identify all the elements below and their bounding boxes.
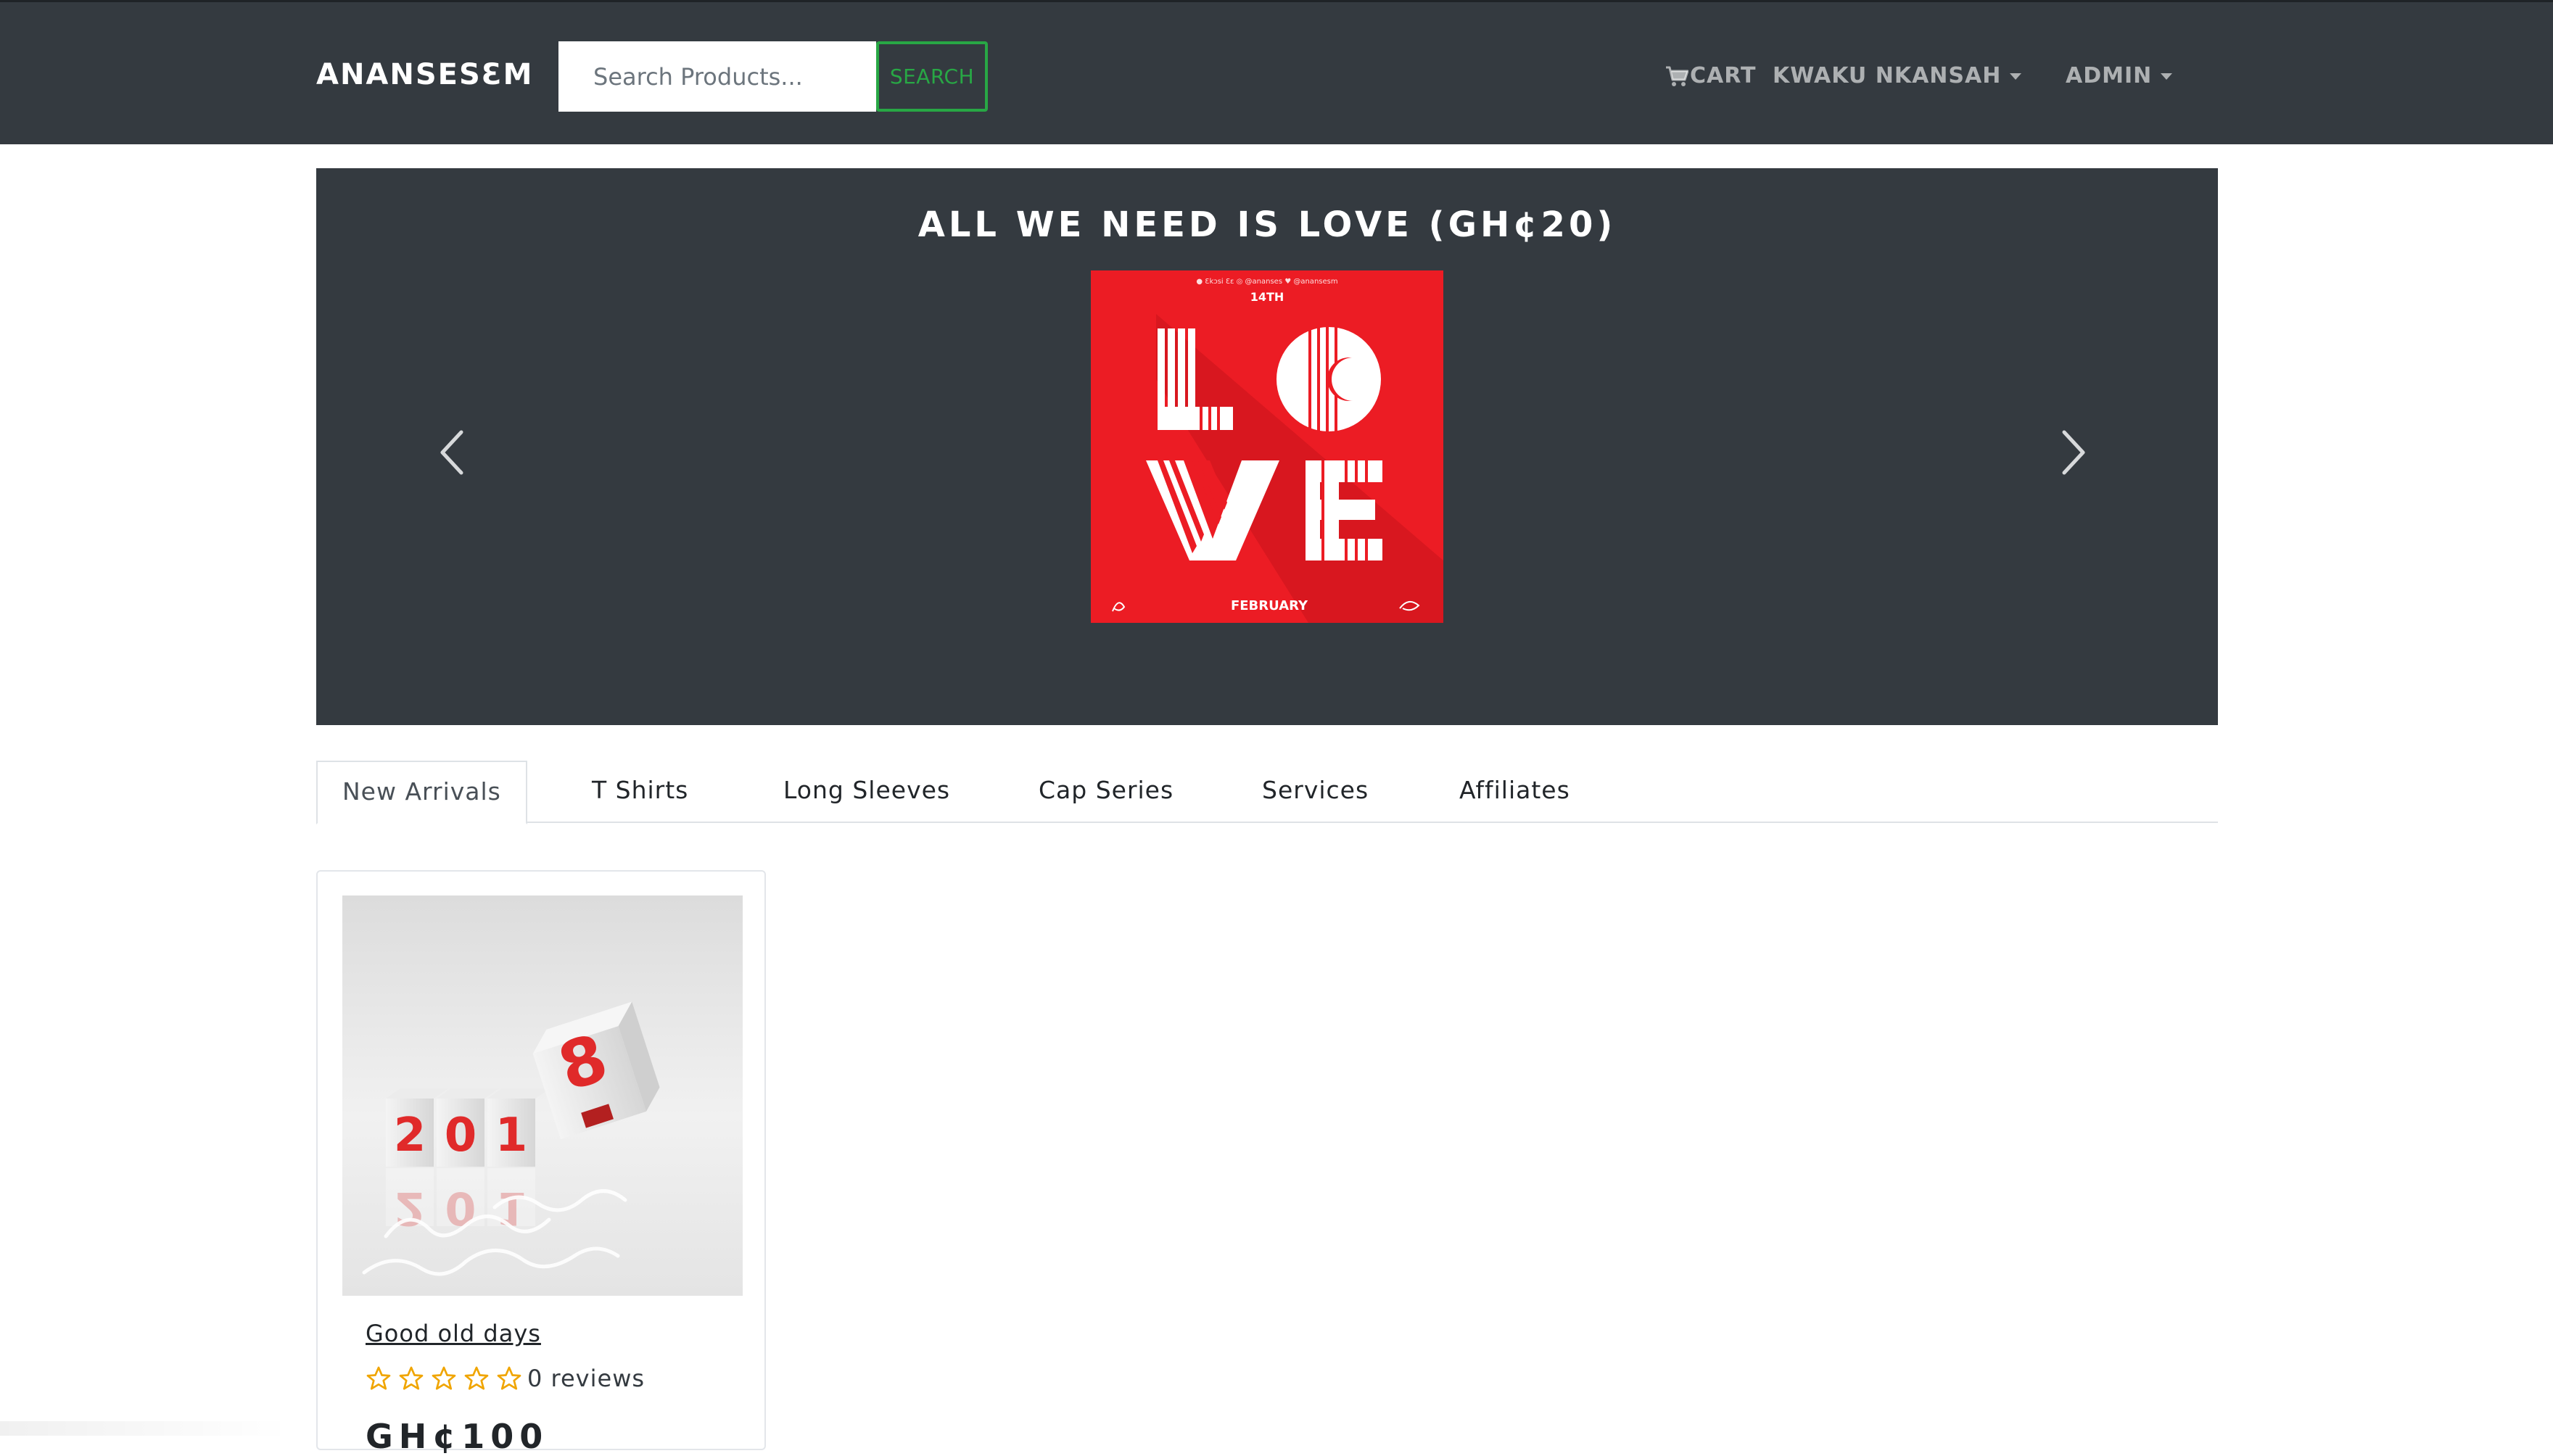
navbar: ANANSESƐM SEARCH CART KWAKU NKANSAH ADMI…	[0, 0, 2553, 144]
star-outline-icon	[464, 1366, 489, 1390]
tab-long-sleeves[interactable]: Long Sleeves	[783, 761, 950, 823]
svg-text:● Ɛkɔsi Ɛɛ ◎ @ananses ♥ @a: ● Ɛkɔsi Ɛɛ ◎ @ananses ♥ @anansesm	[1196, 278, 1337, 286]
svg-text:1: 1	[495, 1109, 528, 1162]
caret-down-icon	[2161, 73, 2173, 80]
cart-link[interactable]: CART	[1665, 60, 1756, 92]
product-title-link[interactable]: Good old days	[366, 1320, 541, 1347]
tab-services[interactable]: Services	[1262, 761, 1369, 823]
tab-new-arrivals[interactable]: New Arrivals	[316, 761, 527, 824]
poster-date-text: 14TH	[1250, 290, 1284, 304]
star-outline-icon	[399, 1366, 424, 1390]
tab-affiliates[interactable]: Affiliates	[1459, 761, 1570, 823]
chevron-right-icon[interactable]	[2050, 423, 2093, 481]
featured-carousel: ALL WE NEED IS LOVE (GH¢20) ● Ɛkɔsi Ɛɛ ◎…	[316, 168, 2218, 725]
search-button[interactable]: SEARCH	[876, 41, 988, 112]
product-price: GH¢100	[366, 1417, 549, 1456]
admin-label: ADMIN	[2066, 63, 2153, 88]
category-tabs: New Arrivals T Shirts Long Sleeves Cap S…	[316, 761, 2218, 824]
svg-text:2: 2	[394, 1182, 425, 1235]
poster-month-text: FEBRUARY	[1231, 598, 1308, 613]
cart-icon	[1666, 66, 1688, 86]
tab-cap-series[interactable]: Cap Series	[1039, 761, 1174, 823]
star-outline-icon	[432, 1366, 456, 1390]
page-shadow	[0, 1421, 290, 1436]
tab-t-shirts[interactable]: T Shirts	[592, 761, 688, 823]
love-poster-image[interactable]: ● Ɛkɔsi Ɛɛ ◎ @ananses ♥ @anansesm 14TH F…	[1091, 270, 1443, 623]
product-image[interactable]: 2 0 1 2 0 1 8	[342, 895, 743, 1296]
svg-text:0: 0	[445, 1182, 476, 1235]
search-input[interactable]	[558, 41, 876, 112]
star-outline-icon	[497, 1366, 521, 1390]
user-name-label: KWAKU NKANSAH	[1773, 63, 2002, 88]
reviews-count: 0 reviews	[527, 1365, 646, 1392]
admin-menu-dropdown[interactable]: ADMIN	[2066, 60, 2173, 92]
brand-logo[interactable]: ANANSESƐM	[316, 54, 533, 95]
svg-text:2: 2	[394, 1109, 426, 1162]
product-card: 2 0 1 2 0 1 8 Good old days 0 reviews GH…	[316, 870, 766, 1456]
user-menu-dropdown[interactable]: KWAKU NKANSAH	[1773, 60, 2022, 92]
star-outline-icon	[366, 1366, 391, 1390]
product-rating: 0 reviews	[366, 1365, 645, 1392]
svg-text:0: 0	[445, 1109, 477, 1162]
carousel-slide-title: ALL WE NEED IS LOVE (GH¢20)	[917, 204, 1617, 245]
caret-down-icon	[2010, 73, 2022, 80]
chevron-left-icon[interactable]	[432, 423, 476, 481]
cart-label: CART	[1690, 63, 1757, 88]
